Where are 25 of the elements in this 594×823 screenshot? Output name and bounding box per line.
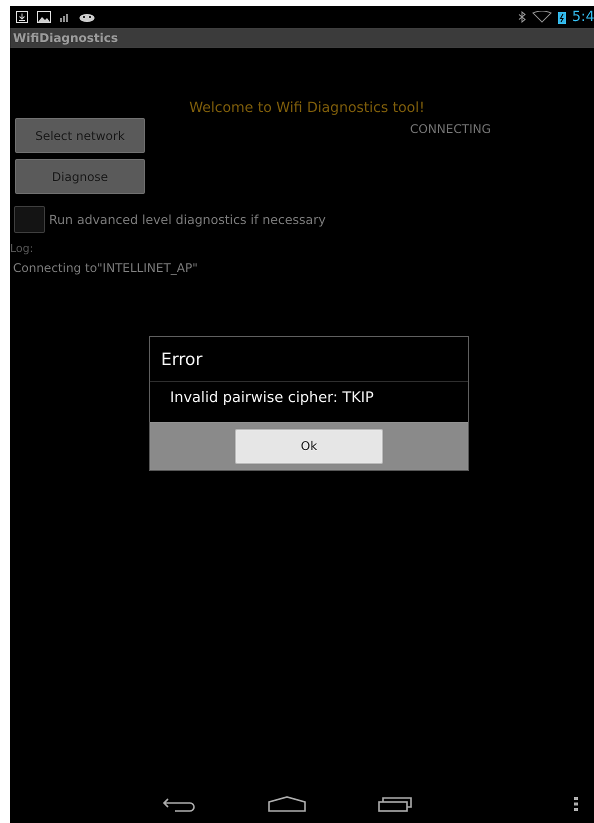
download-icon xyxy=(16,11,28,23)
checkbox[interactable] xyxy=(14,206,45,233)
bluetooth-icon xyxy=(518,11,526,23)
signal-icon xyxy=(60,12,70,22)
connection-status: CONNECTING xyxy=(410,122,491,136)
dialog-message: Invalid pairwise cipher: TKIP xyxy=(169,389,375,408)
menu-dots-icon xyxy=(574,797,578,811)
menu-button[interactable] xyxy=(572,795,580,813)
house-outline-icon xyxy=(268,796,306,812)
ok-button[interactable]: Ok xyxy=(235,428,383,464)
back-arrow-icon xyxy=(162,796,196,812)
clock-time: 5:4 xyxy=(572,9,594,25)
log-line: Connecting to"INTELLINET_AP" xyxy=(13,261,199,275)
app-title: WifiDiagnostics xyxy=(10,28,594,48)
battery-icon xyxy=(558,10,566,24)
dialog-title: Error xyxy=(150,337,468,382)
stacked-windows-icon xyxy=(378,796,414,812)
image-icon xyxy=(37,11,51,23)
welcome-message: Welcome to Wifi Diagnostics tool! xyxy=(188,100,426,118)
log-label: Log: xyxy=(10,242,34,255)
action-button[interactable]: Diagnose xyxy=(15,159,145,194)
home-button[interactable] xyxy=(266,794,308,814)
wifi-icon xyxy=(532,11,552,23)
action-button[interactable]: Select network xyxy=(15,118,145,153)
checkbox-label: Run advanced level diagnostics if necessary xyxy=(49,212,326,227)
